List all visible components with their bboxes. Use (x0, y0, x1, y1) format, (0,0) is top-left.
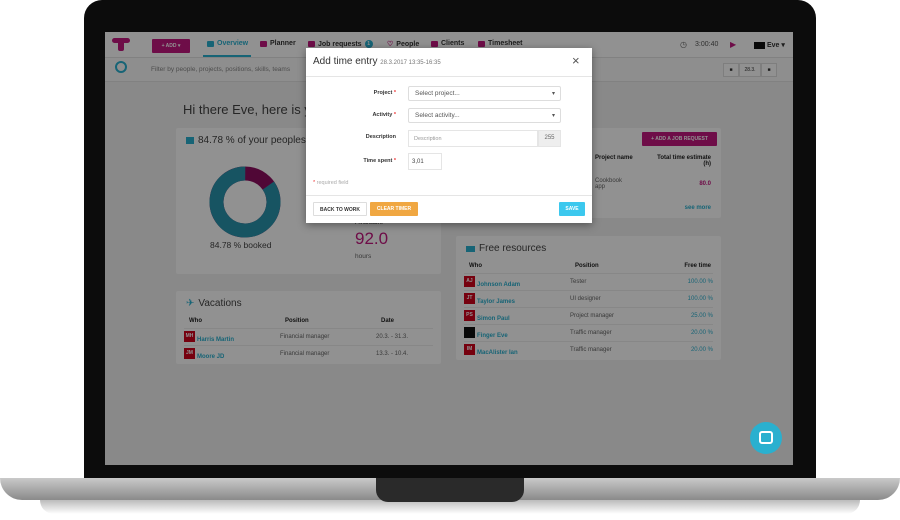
activity-label: Activity * (372, 112, 396, 118)
time-spent-input[interactable]: 3,01 (408, 153, 442, 170)
clear-timer-button[interactable]: CLEAR TIMER (370, 202, 418, 216)
description-label: Description (365, 134, 396, 140)
required-note: * required field (313, 180, 349, 186)
time-spent-label: Time spent * (363, 158, 396, 164)
modal-subtitle: 28.3.2017 13:35-16:35 (380, 60, 441, 66)
chat-button[interactable] (750, 422, 782, 454)
save-button[interactable]: SAVE (559, 202, 585, 216)
app-screen: + ADD ▾ Overview Planner Job requests 1 ♡… (105, 32, 793, 465)
project-label: Project * (373, 90, 396, 96)
add-time-entry-modal: Add time entry 28.3.2017 13:35-16:35 × P… (306, 48, 592, 223)
modal-title-text: Add time entry (313, 56, 378, 67)
modal-footer-divider (306, 195, 592, 196)
description-input[interactable]: Description (408, 130, 538, 147)
modal-header-divider (306, 76, 592, 77)
chat-icon (759, 431, 773, 444)
description-counter: 255 (538, 130, 561, 147)
close-icon[interactable]: × (572, 53, 580, 68)
laptop-notch (376, 478, 524, 502)
activity-select[interactable]: Select activity... (408, 108, 561, 123)
modal-title: Add time entry 28.3.2017 13:35-16:35 (313, 56, 441, 67)
project-select[interactable]: Select project... (408, 86, 561, 101)
back-to-work-button[interactable]: BACK TO WORK (313, 202, 367, 216)
laptop-shadow (40, 500, 860, 514)
